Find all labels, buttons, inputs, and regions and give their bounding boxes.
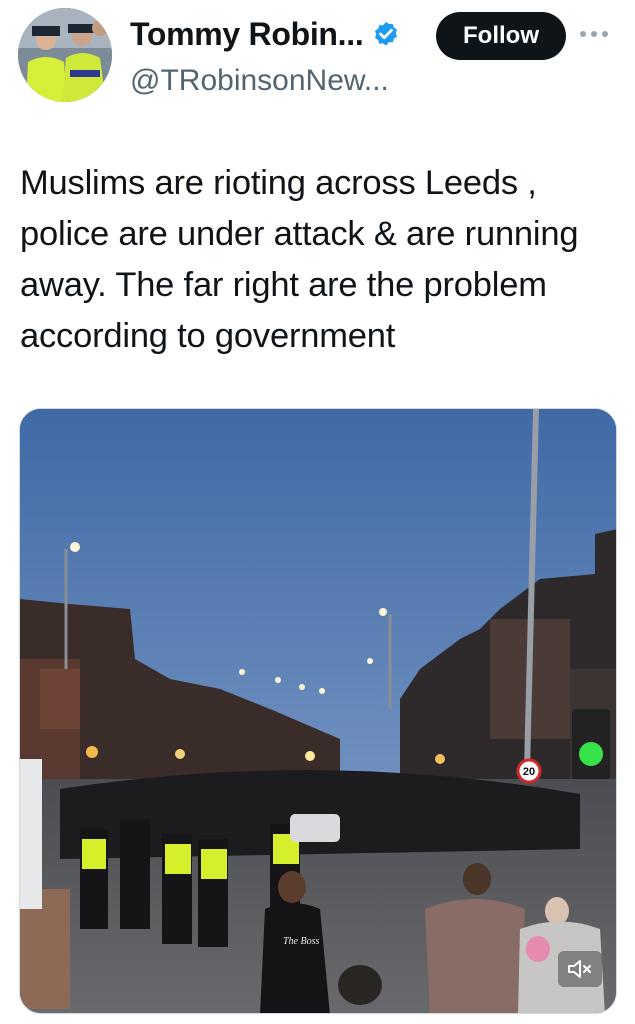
speaker-icon <box>568 960 591 978</box>
tweet-text: Muslims are rioting across Leeds , polic… <box>20 164 579 355</box>
avatar-image <box>18 8 112 102</box>
more-dot <box>602 31 608 37</box>
more-dot <box>591 31 597 37</box>
verified-badge-icon <box>375 21 398 46</box>
user-handle[interactable]: @TRobinsonNew... <box>130 64 389 98</box>
tweet-header: Tommy Robin... @TRobinsonNew... Follow <box>0 0 635 120</box>
shirt-text: The Boss <box>283 936 320 947</box>
display-name[interactable]: Tommy Robin... <box>130 16 364 53</box>
video-frame: The Boss 20 <box>20 409 616 1013</box>
avatar[interactable] <box>18 8 112 102</box>
video-player[interactable]: The Boss 20 <box>19 408 617 1014</box>
more-options-icon[interactable] <box>580 24 620 44</box>
speed-sign-text: 20 <box>523 766 535 778</box>
volume-muted-icon[interactable] <box>558 951 602 987</box>
follow-button[interactable]: Follow <box>436 12 566 60</box>
more-dot <box>580 31 586 37</box>
